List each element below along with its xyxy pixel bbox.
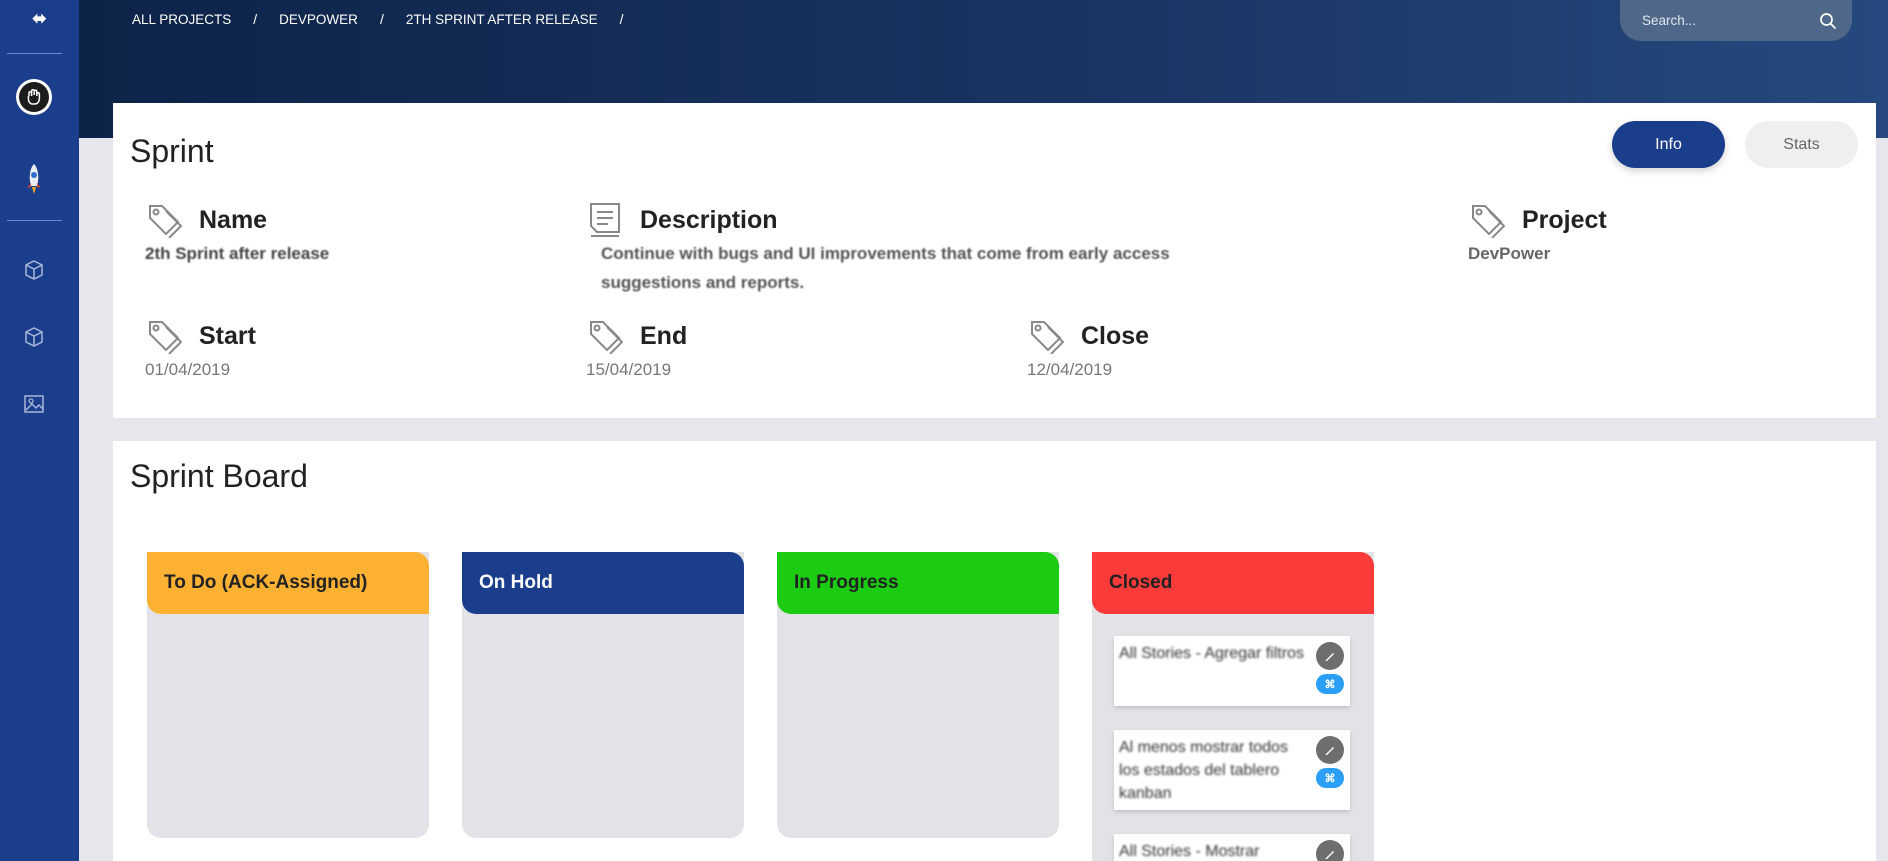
field-value: 12/04/2019	[1027, 360, 1113, 379]
box-icon[interactable]	[20, 256, 48, 284]
breadcrumb-separator: /	[253, 11, 258, 27]
column-header[interactable]: In Progress	[777, 552, 1059, 614]
sidebar: ⬌	[0, 0, 79, 861]
sidebar-divider	[7, 220, 62, 221]
edit-icon[interactable]	[1316, 642, 1344, 670]
column-header[interactable]: To Do (ACK-Assigned)	[147, 552, 429, 614]
field-value: Continue with bugs and UI improvements t…	[601, 244, 1170, 263]
sprint-info-card: Sprint Info Stats Name 2th Sprint after …	[113, 103, 1876, 418]
tag-icon	[145, 317, 183, 355]
breadcrumb-all-projects[interactable]: ALL PROJECTS	[132, 12, 231, 27]
field-label: Name	[199, 205, 268, 234]
field-end: End 15/04/2019	[586, 317, 687, 384]
tab-info[interactable]: Info	[1612, 121, 1725, 168]
document-icon	[586, 201, 624, 239]
task-card[interactable]: All Stories - Agregar filtros ⌘	[1114, 636, 1350, 706]
field-label: Project	[1522, 205, 1607, 234]
breadcrumb-separator: /	[379, 11, 384, 27]
breadcrumb: ALL PROJECTS / DEVPOWER / 2TH SPRINT AFT…	[132, 11, 646, 27]
field-value: 2th Sprint after release	[145, 244, 330, 263]
field-value: 01/04/2019	[145, 360, 231, 379]
task-title: Al menos mostrar todos los estados del t…	[1119, 739, 1288, 802]
field-project: Project DevPower	[1468, 201, 1607, 268]
search-icon[interactable]	[1819, 10, 1837, 32]
board-column-in-progress: In Progress	[777, 552, 1059, 838]
app-logo-icon[interactable]: ⬌	[0, 8, 79, 30]
field-description: Description Continue with bugs and UI im…	[586, 201, 1170, 297]
field-label: Description	[640, 205, 778, 234]
task-card[interactable]: Al menos mostrar todos los estados del t…	[1114, 730, 1350, 810]
board-title: Sprint Board	[130, 458, 308, 494]
board-column-closed: Closed All Stories - Agregar filtros ⌘ A…	[1092, 552, 1374, 861]
page-title: Sprint	[130, 133, 214, 169]
field-start: Start 01/04/2019	[145, 317, 256, 384]
column-header[interactable]: Closed	[1092, 552, 1374, 614]
field-label: Start	[199, 321, 256, 350]
field-value: DevPower	[1468, 244, 1551, 263]
field-value: suggestions and reports.	[601, 273, 805, 292]
search-bar	[1620, 0, 1852, 41]
edit-icon[interactable]	[1316, 736, 1344, 764]
edit-icon[interactable]	[1316, 840, 1344, 861]
field-value: 15/04/2019	[586, 360, 672, 379]
search-input[interactable]	[1642, 13, 1819, 28]
board-column-on-hold: On Hold	[462, 552, 744, 838]
breadcrumb-project[interactable]: DEVPOWER	[279, 12, 358, 27]
sprint-board-card: Sprint Board To Do (ACK-Assigned) On Hol…	[113, 441, 1876, 861]
tag-icon	[145, 201, 183, 239]
task-title: All Stories - Agregar filtros	[1119, 645, 1304, 662]
avatar-fist-icon[interactable]	[16, 79, 52, 115]
column-header[interactable]: On Hold	[462, 552, 744, 614]
box-icon[interactable]	[20, 323, 48, 351]
image-icon[interactable]	[20, 390, 48, 418]
field-label: Close	[1081, 321, 1150, 350]
board-column-todo: To Do (ACK-Assigned)	[147, 552, 429, 838]
task-type-badge[interactable]: ⌘	[1316, 674, 1344, 694]
task-title: All Stories - Mostrar	[1119, 843, 1260, 860]
tab-stats[interactable]: Stats	[1745, 121, 1858, 168]
rocket-icon[interactable]	[18, 160, 50, 198]
task-type-badge[interactable]: ⌘	[1316, 768, 1344, 788]
task-card[interactable]: All Stories - Mostrar	[1114, 834, 1350, 861]
tag-icon	[1468, 201, 1506, 239]
tag-icon	[586, 317, 624, 355]
tag-icon	[1027, 317, 1065, 355]
field-close: Close 12/04/2019	[1027, 317, 1149, 384]
field-name: Name 2th Sprint after release	[145, 201, 329, 268]
field-label: End	[640, 321, 688, 350]
sidebar-divider	[7, 53, 62, 54]
breadcrumb-separator: /	[619, 11, 624, 27]
breadcrumb-sprint[interactable]: 2TH SPRINT AFTER RELEASE	[406, 12, 598, 27]
